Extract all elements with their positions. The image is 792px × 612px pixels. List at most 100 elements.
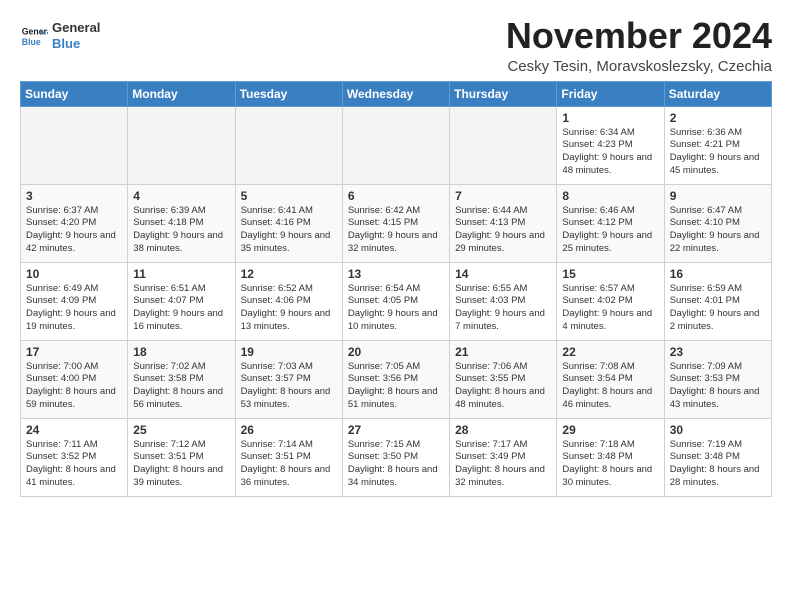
day-info: Sunrise: 7:02 AM Sunset: 3:58 PM Dayligh… <box>133 361 229 412</box>
day-number: 30 <box>670 423 766 437</box>
calendar-cell: 26Sunrise: 7:14 AM Sunset: 3:51 PM Dayli… <box>235 418 342 496</box>
calendar-cell: 9Sunrise: 6:47 AM Sunset: 4:10 PM Daylig… <box>664 184 771 262</box>
calendar-cell: 25 Sunrise: 7:12 AM Sunset: 3:51 PM Dayli… <box>128 418 235 496</box>
calendar-cell: 16 Sunrise: 6:59 AM Sunset: 4:01 PM Dayli… <box>664 262 771 340</box>
calendar-cell <box>128 106 235 184</box>
calendar-cell: 29 Sunrise: 7:18 AM Sunset: 3:48 PM Dayli… <box>557 418 664 496</box>
column-header-sunday: Sunday <box>21 81 128 106</box>
day-info: Sunrise: 6:34 AM Sunset: 4:23 PM Dayligh… <box>562 127 658 178</box>
day-number: 29 <box>562 423 658 437</box>
calendar-cell: 14 Sunrise: 6:55 AM Sunset: 4:03 PM Dayli… <box>450 262 557 340</box>
calendar-week-row: 24 Sunrise: 7:11 AM Sunset: 3:52 PM Dayli… <box>21 418 772 496</box>
day-number: 16 <box>670 267 766 281</box>
day-info: Sunrise: 6:41 AM Sunset: 4:16 PM Dayligh… <box>241 205 337 256</box>
column-header-saturday: Saturday <box>664 81 771 106</box>
day-info: Sunrise: 7:12 AM Sunset: 3:51 PM Dayligh… <box>133 439 229 490</box>
month-title: November 2024 <box>506 16 772 56</box>
page-container: General Blue General Blue November 2024 … <box>0 0 792 507</box>
day-info: Sunrise: 7:18 AM Sunset: 3:48 PM Dayligh… <box>562 439 658 490</box>
day-info: Sunrise: 6:54 AM Sunset: 4:05 PM Dayligh… <box>348 283 444 334</box>
day-number: 4 <box>133 189 229 203</box>
calendar-cell: 18Sunrise: 7:02 AM Sunset: 3:58 PM Dayli… <box>128 340 235 418</box>
day-info: Sunrise: 6:37 AM Sunset: 4:20 PM Dayligh… <box>26 205 122 256</box>
day-number: 8 <box>562 189 658 203</box>
calendar-cell: 12Sunrise: 6:52 AM Sunset: 4:06 PM Dayli… <box>235 262 342 340</box>
calendar-cell <box>21 106 128 184</box>
day-info: Sunrise: 6:42 AM Sunset: 4:15 PM Dayligh… <box>348 205 444 256</box>
calendar-week-row: 1Sunrise: 6:34 AM Sunset: 4:23 PM Daylig… <box>21 106 772 184</box>
calendar-cell: 22Sunrise: 7:08 AM Sunset: 3:54 PM Dayli… <box>557 340 664 418</box>
day-number: 25 <box>133 423 229 437</box>
column-header-tuesday: Tuesday <box>235 81 342 106</box>
day-number: 19 <box>241 345 337 359</box>
logo: General Blue General Blue <box>20 20 100 51</box>
calendar-week-row: 3 Sunrise: 6:37 AM Sunset: 4:20 PM Daylig… <box>21 184 772 262</box>
calendar-cell: 19 Sunrise: 7:03 AM Sunset: 3:57 PM Dayli… <box>235 340 342 418</box>
calendar-cell: 13 Sunrise: 6:54 AM Sunset: 4:05 PM Dayli… <box>342 262 449 340</box>
day-info: Sunrise: 6:49 AM Sunset: 4:09 PM Dayligh… <box>26 283 122 334</box>
day-info: Sunrise: 7:11 AM Sunset: 3:52 PM Dayligh… <box>26 439 122 490</box>
day-number: 2 <box>670 111 766 125</box>
calendar-cell: 11 Sunrise: 6:51 AM Sunset: 4:07 PM Dayli… <box>128 262 235 340</box>
day-info: Sunrise: 6:59 AM Sunset: 4:01 PM Dayligh… <box>670 283 766 334</box>
day-info: Sunrise: 7:03 AM Sunset: 3:57 PM Dayligh… <box>241 361 337 412</box>
svg-text:General: General <box>22 26 48 36</box>
calendar-cell: 21Sunrise: 7:06 AM Sunset: 3:55 PM Dayli… <box>450 340 557 418</box>
day-number: 27 <box>348 423 444 437</box>
calendar-cell: 4 Sunrise: 6:39 AM Sunset: 4:18 PM Daylig… <box>128 184 235 262</box>
day-info: Sunrise: 6:51 AM Sunset: 4:07 PM Dayligh… <box>133 283 229 334</box>
calendar-cell: 7 Sunrise: 6:44 AM Sunset: 4:13 PM Daylig… <box>450 184 557 262</box>
column-header-friday: Friday <box>557 81 664 106</box>
calendar-cell: 3 Sunrise: 6:37 AM Sunset: 4:20 PM Daylig… <box>21 184 128 262</box>
column-header-thursday: Thursday <box>450 81 557 106</box>
logo-icon: General Blue <box>20 22 48 50</box>
calendar-cell: 15 Sunrise: 6:57 AM Sunset: 4:02 PM Dayli… <box>557 262 664 340</box>
logo-text: General Blue <box>52 20 100 51</box>
day-number: 13 <box>348 267 444 281</box>
day-number: 7 <box>455 189 551 203</box>
calendar-cell: 30Sunrise: 7:19 AM Sunset: 3:48 PM Dayli… <box>664 418 771 496</box>
day-number: 10 <box>26 267 122 281</box>
calendar-cell: 8 Sunrise: 6:46 AM Sunset: 4:12 PM Daylig… <box>557 184 664 262</box>
calendar-week-row: 10 Sunrise: 6:49 AM Sunset: 4:09 PM Dayli… <box>21 262 772 340</box>
day-info: Sunrise: 7:05 AM Sunset: 3:56 PM Dayligh… <box>348 361 444 412</box>
calendar-cell: 1Sunrise: 6:34 AM Sunset: 4:23 PM Daylig… <box>557 106 664 184</box>
calendar-cell <box>450 106 557 184</box>
calendar-table: SundayMondayTuesdayWednesdayThursdayFrid… <box>20 81 772 497</box>
calendar-week-row: 17Sunrise: 7:00 AM Sunset: 4:00 PM Dayli… <box>21 340 772 418</box>
title-block: November 2024 Cesky Tesin, Moravskoslezs… <box>506 16 772 75</box>
day-number: 14 <box>455 267 551 281</box>
calendar-cell: 23Sunrise: 7:09 AM Sunset: 3:53 PM Dayli… <box>664 340 771 418</box>
calendar-cell: 10 Sunrise: 6:49 AM Sunset: 4:09 PM Dayli… <box>21 262 128 340</box>
day-info: Sunrise: 6:39 AM Sunset: 4:18 PM Dayligh… <box>133 205 229 256</box>
calendar-cell: 24 Sunrise: 7:11 AM Sunset: 3:52 PM Dayli… <box>21 418 128 496</box>
day-number: 11 <box>133 267 229 281</box>
day-number: 5 <box>241 189 337 203</box>
calendar-header-row: SundayMondayTuesdayWednesdayThursdayFrid… <box>21 81 772 106</box>
day-number: 28 <box>455 423 551 437</box>
calendar-cell: 5 Sunrise: 6:41 AM Sunset: 4:16 PM Daylig… <box>235 184 342 262</box>
calendar-cell <box>342 106 449 184</box>
column-header-wednesday: Wednesday <box>342 81 449 106</box>
day-info: Sunrise: 6:57 AM Sunset: 4:02 PM Dayligh… <box>562 283 658 334</box>
day-info: Sunrise: 6:52 AM Sunset: 4:06 PM Dayligh… <box>241 283 337 334</box>
day-number: 6 <box>348 189 444 203</box>
day-info: Sunrise: 6:55 AM Sunset: 4:03 PM Dayligh… <box>455 283 551 334</box>
day-info: Sunrise: 7:17 AM Sunset: 3:49 PM Dayligh… <box>455 439 551 490</box>
day-info: Sunrise: 6:47 AM Sunset: 4:10 PM Dayligh… <box>670 205 766 256</box>
day-number: 23 <box>670 345 766 359</box>
location-title: Cesky Tesin, Moravskoslezsky, Czechia <box>506 58 772 75</box>
day-number: 24 <box>26 423 122 437</box>
day-number: 20 <box>348 345 444 359</box>
day-number: 3 <box>26 189 122 203</box>
calendar-cell: 28 Sunrise: 7:17 AM Sunset: 3:49 PM Dayli… <box>450 418 557 496</box>
column-header-monday: Monday <box>128 81 235 106</box>
calendar-cell: 27 Sunrise: 7:15 AM Sunset: 3:50 PM Dayli… <box>342 418 449 496</box>
day-info: Sunrise: 7:06 AM Sunset: 3:55 PM Dayligh… <box>455 361 551 412</box>
day-info: Sunrise: 6:36 AM Sunset: 4:21 PM Dayligh… <box>670 127 766 178</box>
day-info: Sunrise: 6:44 AM Sunset: 4:13 PM Dayligh… <box>455 205 551 256</box>
svg-text:Blue: Blue <box>22 36 41 46</box>
day-number: 15 <box>562 267 658 281</box>
day-info: Sunrise: 7:15 AM Sunset: 3:50 PM Dayligh… <box>348 439 444 490</box>
day-info: Sunrise: 6:46 AM Sunset: 4:12 PM Dayligh… <box>562 205 658 256</box>
